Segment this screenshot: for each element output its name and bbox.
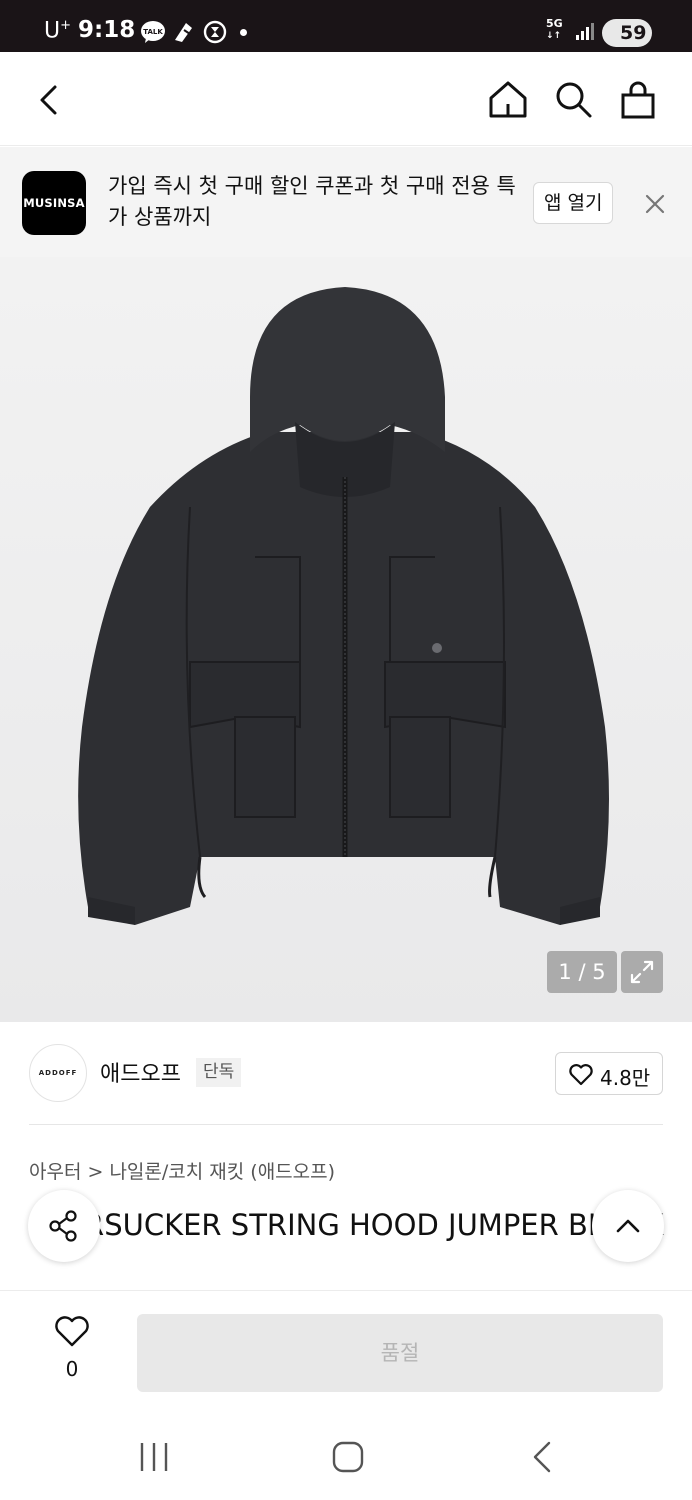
divider <box>29 1124 663 1125</box>
brand-row: ADDOFF 애드오프 단독 4.8만 <box>0 1022 692 1126</box>
svg-text:TALK: TALK <box>143 28 163 36</box>
app-install-banner: MUSINSA 가입 즉시 첫 구매 할인 쿠폰과 첫 구매 전용 특가 상품까… <box>0 147 692 257</box>
network-indicator: 5G ↓↑ <box>546 17 563 41</box>
carrier-label: U+ <box>44 18 72 44</box>
brand-like-count: 4.8만 <box>600 1066 651 1090</box>
signal-icon <box>574 20 598 44</box>
chevron-up-icon <box>616 1219 640 1233</box>
brand-like-button[interactable]: 4.8만 <box>555 1052 663 1095</box>
app-notification-icon <box>172 20 196 44</box>
category-breadcrumb[interactable]: 아우터 > 나일론/코치 재킷 (애드오프) <box>29 1157 335 1184</box>
wishlist-button[interactable]: 0 <box>44 1315 100 1381</box>
status-bar: U+ 9:18 TALK 5G ↓↑ 59 <box>0 0 692 52</box>
wishlist-count: 0 <box>65 1357 79 1381</box>
heart-icon <box>55 1316 89 1347</box>
clock: 9:18 <box>78 17 136 43</box>
search-icon[interactable] <box>552 78 596 122</box>
kakaotalk-icon: TALK <box>140 20 165 44</box>
close-icon[interactable] <box>642 191 668 217</box>
image-counter: 1 / 5 <box>547 951 617 993</box>
brand-name[interactable]: 애드오프 <box>100 1056 181 1088</box>
battery-indicator: 59 <box>602 19 652 47</box>
timer-icon <box>203 20 227 44</box>
open-app-button[interactable]: 앱 열기 <box>533 182 614 224</box>
scroll-top-button[interactable] <box>592 1190 664 1262</box>
exclusive-badge: 단독 <box>196 1058 242 1087</box>
product-title-area: SEERSUCKER STRING HOOD JUMPER BLACK <box>0 1190 692 1290</box>
back-icon[interactable] <box>28 78 72 122</box>
home-icon[interactable] <box>486 78 530 122</box>
share-icon <box>49 1210 77 1242</box>
top-navigation <box>0 52 692 146</box>
product-image <box>78 287 609 925</box>
promo-message: 가입 즉시 첫 구매 할인 쿠폰과 첫 구매 전용 특가 상품까지 <box>108 174 516 229</box>
share-button[interactable] <box>28 1190 100 1262</box>
expand-icon[interactable] <box>621 951 663 993</box>
home-button-icon[interactable] <box>328 1440 368 1474</box>
bottom-action-bar: 0 품절 <box>0 1290 692 1410</box>
soldout-button: 품절 <box>137 1314 663 1392</box>
heart-icon <box>569 1064 593 1086</box>
system-navigation-bar <box>0 1410 692 1500</box>
product-image-gallery[interactable] <box>0 257 692 1022</box>
recent-apps-icon[interactable] <box>134 1440 174 1474</box>
musinsa-logo: MUSINSA <box>22 171 86 235</box>
notification-dot <box>240 29 247 36</box>
system-back-icon[interactable] <box>522 1440 562 1474</box>
shopping-bag-icon[interactable] <box>616 78 660 122</box>
brand-logo[interactable]: ADDOFF <box>29 1044 87 1102</box>
